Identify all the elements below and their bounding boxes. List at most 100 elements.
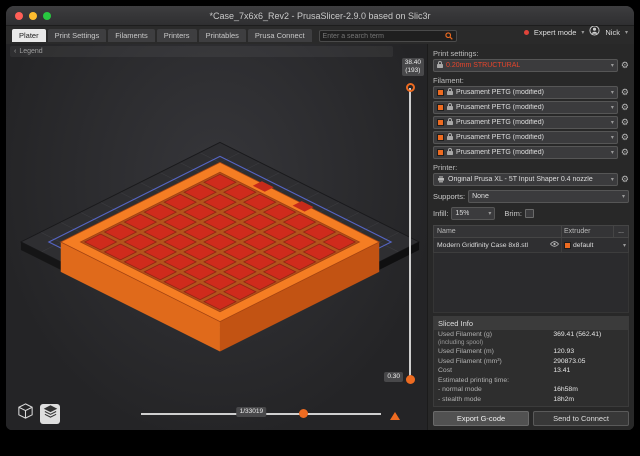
object-row[interactable]: Modern Gridfinity Case 8x8.stl default ▾	[433, 238, 629, 253]
printer-gear-icon[interactable]: ⚙	[621, 175, 629, 184]
filament-preset-select-3[interactable]: Prusament PETG (modified) ▾	[433, 116, 618, 129]
brim-label: Brim:	[504, 209, 522, 218]
chevron-down-icon: ▾	[610, 135, 614, 141]
print-preset-select[interactable]: 0.20mm STRUCTURAL ▾	[433, 59, 618, 72]
app-window: *Case_7x6x6_Rev2 - PrusaSlicer-2.9.0 bas…	[6, 6, 634, 430]
3d-view-button[interactable]	[15, 403, 35, 424]
tab-bar: Plater Print Settings Filaments Printers…	[6, 25, 634, 45]
info-row-used-m: Used Filament (m) 120.93	[438, 348, 575, 356]
object-list-empty-area[interactable]	[433, 253, 629, 313]
object-list-menu-button[interactable]: ...	[613, 226, 628, 237]
tab-plater[interactable]: Plater	[12, 29, 46, 42]
filament-preset-select-1[interactable]: Prusament PETG (modified) ▾	[433, 86, 618, 99]
filament-preset-value: Prusament PETG (modified)	[456, 104, 544, 111]
export-gcode-button[interactable]: Export G-code	[433, 411, 529, 426]
user-name[interactable]: Nick	[605, 28, 620, 37]
tab-prusa-connect[interactable]: Prusa Connect	[247, 29, 312, 42]
object-name: Modern Gridfinity Case 8x8.stl	[437, 241, 529, 249]
viewport-3d[interactable]: ‹ Legend 38.40 (193) 0.30 1/33019	[6, 44, 428, 430]
chevron-down-icon[interactable]: ▾	[581, 29, 584, 36]
filament-color-swatch[interactable]	[437, 104, 444, 111]
sliced-info-panel: Sliced Info Used Filament (g) (including…	[433, 315, 629, 407]
filament-preset-select-5[interactable]: Prusament PETG (modified) ▾	[433, 146, 618, 159]
send-to-connect-button[interactable]: Send to Connect	[533, 411, 629, 426]
printer-row: Original Prusa XL - 5T Input Shaper 0.4 …	[433, 173, 629, 186]
chevron-down-icon: ▾	[610, 105, 614, 111]
close-button[interactable]	[15, 12, 23, 20]
layer-slider-upper-handle[interactable]	[406, 83, 415, 92]
chevron-down-icon: ▾	[610, 177, 614, 183]
legend-toggle[interactable]: ‹ Legend	[10, 46, 393, 57]
layer-slider-bottom-tooltip: 0.30	[384, 371, 403, 382]
object-extruder-select[interactable]: default ▾	[561, 238, 628, 252]
tab-printables[interactable]: Printables	[198, 29, 246, 42]
filament-gear-icon[interactable]: ⚙	[621, 103, 629, 112]
filament-gear-icon[interactable]: ⚙	[621, 148, 629, 157]
filament-color-swatch[interactable]	[437, 134, 444, 141]
zoom-button[interactable]	[43, 12, 51, 20]
filament-gear-icon[interactable]: ⚙	[621, 133, 629, 142]
object-extruder-value: default	[573, 241, 594, 249]
supports-row: Supports: None ▾	[433, 190, 629, 203]
window-controls	[15, 12, 51, 20]
layer-view-button[interactable]	[40, 404, 60, 424]
filament-row-5: Prusament PETG (modified) ▾ ⚙	[433, 146, 629, 159]
object-list: Name Extruder ... Modern Gridfinity Case…	[433, 225, 629, 313]
tab-filaments[interactable]: Filaments	[108, 29, 155, 42]
object-list-header: Name Extruder ...	[433, 225, 629, 238]
infill-select[interactable]: 15% ▾	[451, 207, 496, 220]
printer-preset-select[interactable]: Original Prusa XL - 5T Input Shaper 0.4 …	[433, 173, 618, 186]
filament-gear-icon[interactable]: ⚙	[621, 88, 629, 97]
move-slider-handle[interactable]	[299, 409, 309, 418]
tab-printers[interactable]: Printers	[156, 29, 197, 42]
extruder-color-swatch	[564, 241, 571, 249]
print-preset-value: 0.20mm STRUCTURAL	[446, 62, 521, 69]
filament-color-swatch[interactable]	[437, 149, 444, 156]
chevron-down-icon[interactable]: ▾	[625, 29, 628, 36]
brim-checkbox[interactable]	[524, 209, 534, 218]
action-buttons: Export G-code Send to Connect	[433, 411, 629, 426]
eye-icon[interactable]	[549, 241, 560, 249]
info-row-stealth-mode: - stealth mode 18h2m	[438, 395, 575, 403]
search-box[interactable]	[318, 27, 457, 45]
filament-preset-value: Prusament PETG (modified)	[456, 119, 544, 126]
filament-row-2: Prusament PETG (modified) ▾ ⚙	[433, 101, 629, 114]
supports-select[interactable]: None ▾	[468, 190, 629, 203]
layer-slider-top-tooltip: 38.40 (193)	[401, 58, 424, 77]
tab-print-settings[interactable]: Print Settings	[47, 29, 107, 42]
mode-selector[interactable]: Expert mode	[534, 28, 577, 37]
main-content: ‹ Legend 38.40 (193) 0.30 1/33019 Print …	[6, 44, 634, 430]
printer-preset-value: Original Prusa XL - 5T Input Shaper 0.4 …	[448, 176, 593, 183]
filament-preset-value: Prusament PETG (modified)	[456, 134, 544, 141]
layer-slider-track[interactable]	[409, 88, 411, 378]
sliced-info-title: Sliced Info	[434, 316, 628, 330]
print-settings-row: 0.20mm STRUCTURAL ▾ ⚙	[433, 59, 629, 72]
infill-label: Infill:	[433, 209, 449, 218]
lock-icon	[447, 133, 453, 142]
column-extruder[interactable]: Extruder	[561, 226, 613, 237]
column-name[interactable]: Name	[434, 228, 561, 235]
print-settings-gear-icon[interactable]: ⚙	[621, 61, 629, 70]
move-slider[interactable]: 1/33019	[141, 404, 381, 422]
filament-color-swatch[interactable]	[437, 119, 444, 126]
filament-color-swatch[interactable]	[437, 89, 444, 96]
minimize-button[interactable]	[29, 12, 37, 20]
search-input[interactable]	[322, 32, 445, 40]
filament-preset-select-4[interactable]: Prusament PETG (modified) ▾	[433, 131, 618, 144]
layers-icon	[43, 404, 58, 424]
chevron-down-icon: ▾	[622, 242, 626, 249]
chevron-down-icon: ▾	[610, 90, 614, 96]
printer-label: Printer:	[433, 163, 458, 172]
info-row-used-mm3: Used Filament (mm³) 290873.05	[438, 357, 586, 365]
slider-end-marker[interactable]	[390, 412, 400, 420]
filament-preset-select-2[interactable]: Prusament PETG (modified) ▾	[433, 101, 618, 114]
search-icon[interactable]	[444, 27, 453, 45]
chevron-down-icon: ▾	[621, 194, 625, 200]
layer-slider-lower-handle[interactable]	[406, 375, 415, 384]
viewport-3d-canvas[interactable]	[6, 44, 427, 430]
filament-row-1: Prusament PETG (modified) ▾ ⚙	[433, 86, 629, 99]
filament-gear-icon[interactable]: ⚙	[621, 118, 629, 127]
layer-slider[interactable]: 38.40 (193) 0.30	[384, 58, 425, 384]
filament-row-3: Prusament PETG (modified) ▾ ⚙	[433, 116, 629, 129]
info-row-time-header: Estimated printing time:	[438, 376, 510, 384]
